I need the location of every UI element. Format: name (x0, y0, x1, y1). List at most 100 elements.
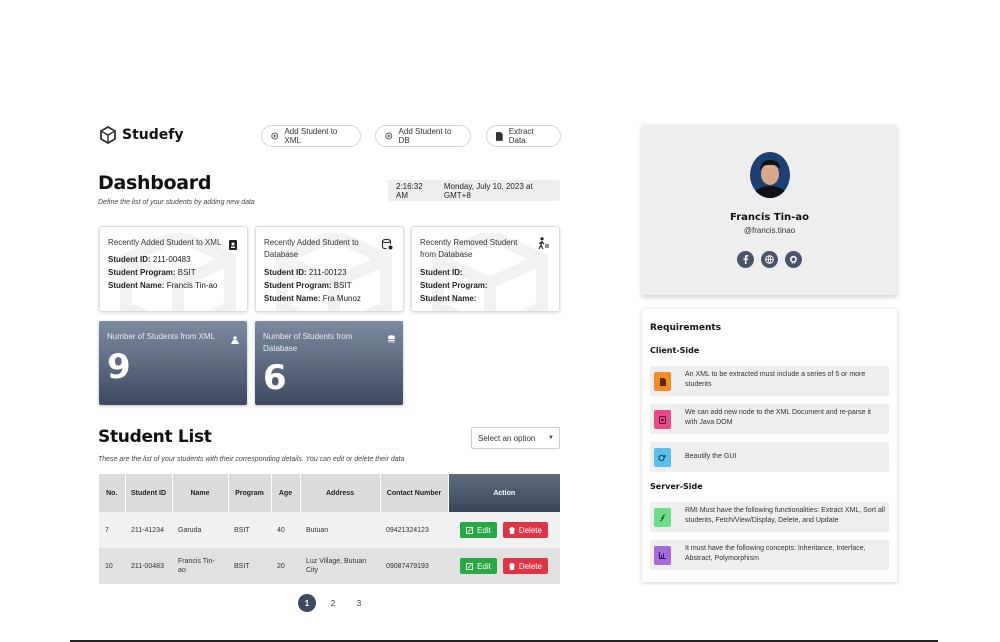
cell-address: Luz Village, Butuan City (300, 548, 380, 584)
edit-label: Edit (477, 525, 491, 535)
card-details: Student ID: Student Program: Student Nam… (420, 266, 488, 305)
student-name-value: Francis Tin-ao (166, 281, 218, 290)
cell-student-id: 211-41234 (125, 512, 172, 548)
cell-program: BSIT (228, 512, 271, 548)
column-header: Action (448, 474, 560, 512)
cell-contact: 09087479193 (380, 548, 448, 584)
requirement-item: We can add new node to the XML Document … (650, 404, 889, 434)
github-icon[interactable] (785, 251, 802, 268)
cell-program: BSIT (228, 548, 271, 584)
requirement-item: Beautify the GUI (650, 442, 889, 472)
cell-no: 7 (99, 512, 125, 548)
column-header: Name (172, 474, 229, 512)
avatar (750, 152, 790, 198)
stat-value: 6 (263, 358, 287, 398)
database-icon (388, 331, 395, 349)
requirement-item: It must have the following concepts: Inh… (650, 540, 889, 570)
page-button-1[interactable]: 1 (298, 594, 316, 612)
extract-data-button[interactable]: Extract Data (486, 125, 561, 147)
person-leaving-icon (538, 237, 549, 255)
server-side-title: Server-Side (650, 482, 703, 491)
id-card-icon (229, 237, 237, 255)
clock-time: 2:16:32 AM (396, 181, 423, 200)
add-student-db-button[interactable]: Add Student to DB (375, 125, 471, 147)
edit-label: Edit (477, 561, 491, 571)
card-title: Recently Added Student to Database (264, 238, 359, 259)
cell-age: 40 (271, 512, 300, 548)
trash-icon (508, 562, 515, 570)
column-header: No. (99, 474, 126, 512)
facebook-icon[interactable] (737, 251, 754, 268)
requirement-text: We can add new node to the XML Document … (685, 409, 871, 426)
edit-button[interactable]: Edit (460, 558, 497, 574)
delete-button[interactable]: Delete (502, 522, 548, 538)
requirement-text: RMI Must have the following functionalit… (685, 507, 885, 524)
brand[interactable]: Studefy (100, 126, 183, 144)
trash-icon (508, 526, 515, 534)
recent-xml-card: Recently Added Student to XML Student ID… (99, 226, 248, 312)
cell-student-id: 211-00483 (125, 548, 172, 584)
edit-icon (466, 562, 473, 570)
student-id-label: Student ID: (420, 268, 463, 277)
plus-circle-icon (385, 132, 393, 140)
table-row: 7 211-41234 Garuda BSIT 40 Butuan 094213… (99, 512, 560, 548)
clock-date: Monday, July 10, 2023 at GMT+8 (443, 181, 533, 200)
document-icon (496, 131, 503, 141)
client-side-title: Client-Side (650, 346, 700, 355)
student-list-title: Student List (98, 427, 212, 447)
requirements-card: Requirements Client-Side An XML to be ex… (642, 309, 897, 582)
student-program-label: Student Program: (420, 281, 488, 290)
sparkle-face-icon (654, 448, 671, 467)
database-check-icon (382, 237, 393, 255)
profile-card: Francis Tin-ao @francis.tinao (642, 125, 897, 295)
db-count-card: Number of Students from Database 6 (255, 321, 403, 405)
add-student-xml-label: Add Student to XML (284, 127, 338, 145)
student-id-value: 211-00123 (308, 268, 347, 277)
requirement-item: An XML to be extracted must include a se… (650, 366, 889, 396)
sort-select[interactable]: Select an option ▼ (471, 427, 560, 449)
column-header: Age (271, 474, 301, 512)
extract-data-label: Extract Data (508, 127, 534, 145)
requirement-item: RMI Must have the following functionalit… (650, 502, 889, 532)
node-icon (654, 410, 671, 429)
function-icon (654, 508, 671, 527)
chevron-down-icon: ▼ (548, 435, 554, 441)
xml-count-card: Number of Students from XML 9 (99, 321, 247, 405)
cell-actions: Edit Delete (448, 512, 560, 548)
web-icon[interactable] (761, 251, 778, 268)
sort-select-value: Select an option (478, 433, 536, 443)
requirement-text: It must have the following concepts: Inh… (685, 545, 866, 562)
cell-contact: 09421324123 (380, 512, 448, 548)
student-id-label: Student ID: (108, 255, 151, 264)
page-button-3[interactable]: 3 (350, 594, 368, 612)
column-header: Address (300, 474, 381, 512)
document-icon (654, 372, 671, 391)
student-name-value: Fra Munoz (322, 294, 361, 303)
delete-label: Delete (518, 561, 542, 571)
profile-handle: @francis.tinao (743, 226, 796, 235)
datetime-display: 2:16:32 AM Monday, July 10, 2023 at GMT+… (388, 180, 560, 201)
brand-name: Studefy (122, 127, 184, 143)
table-header-row: No. Student ID Name Program Age Address … (99, 474, 560, 512)
plus-circle-icon (271, 132, 279, 140)
recent-db-card: Recently Added Student to Database Stude… (255, 226, 404, 312)
cell-name: Garuda (172, 512, 228, 548)
column-header: Program (228, 474, 272, 512)
cell-name: Francis Tin-ao (172, 548, 228, 584)
dashboard-subtitle: Define the list of your students by addi… (98, 199, 255, 206)
delete-button[interactable]: Delete (502, 558, 548, 574)
student-id-value: 211-00483 (152, 255, 191, 264)
page-button-2[interactable]: 2 (324, 594, 342, 612)
social-links (737, 251, 802, 268)
student-program-value: BSIT (177, 268, 196, 277)
delete-label: Delete (518, 525, 542, 535)
recent-removed-card: Recently Removed Student from Database S… (411, 226, 560, 312)
card-details: Student ID: 211-00483 Student Program: B… (108, 253, 217, 292)
edit-button[interactable]: Edit (460, 522, 497, 538)
bar-chart-icon (654, 546, 671, 565)
pagination: 1 2 3 (298, 594, 368, 612)
card-title: Recently Added Student to XML (108, 238, 222, 247)
add-student-xml-button[interactable]: Add Student to XML (261, 125, 361, 147)
xml-users-icon (230, 331, 239, 349)
card-details: Student ID: 211-00123 Student Program: B… (264, 266, 361, 305)
